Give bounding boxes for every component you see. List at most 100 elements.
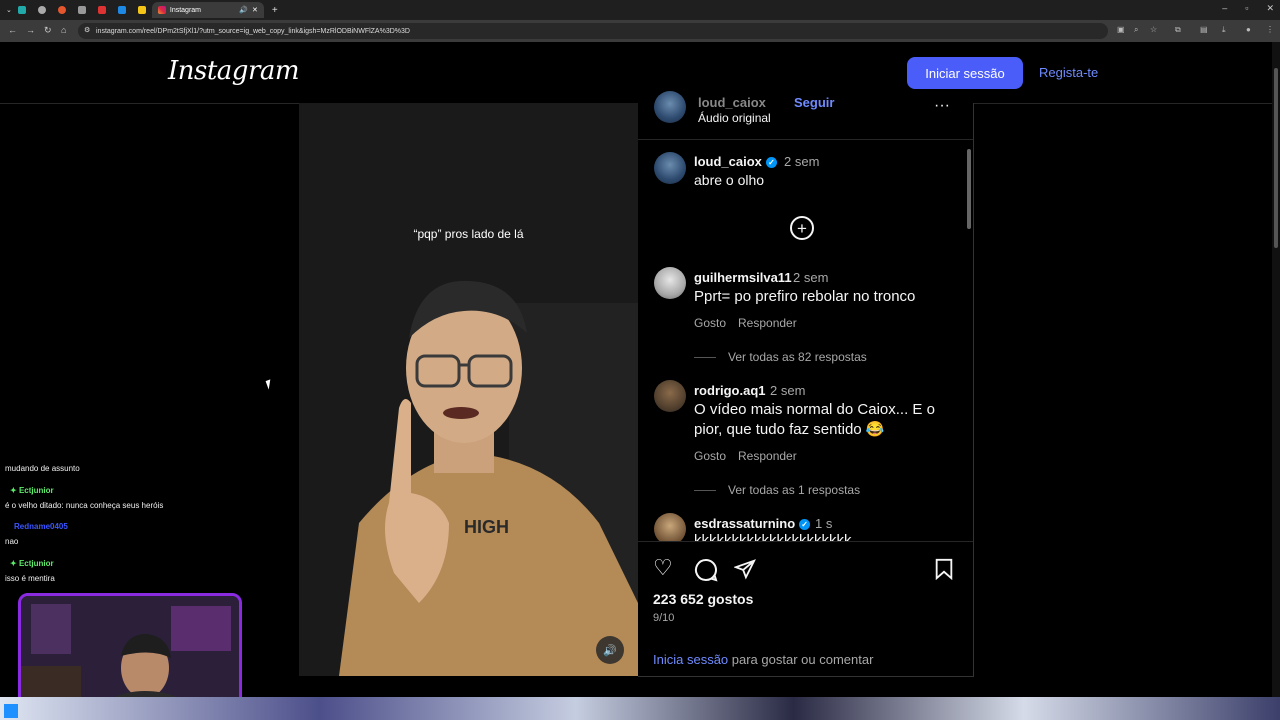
verified-badge-icon: ✓ — [765, 157, 777, 169]
profile-avatar-icon[interactable]: ● — [1246, 25, 1251, 34]
comment-clip: esdrassaturnino ✓ 1 s kkkkkkkkkkkkkkkkkkk… — [638, 508, 965, 541]
tab-favicon-icon — [137, 6, 146, 14]
maximize-icon[interactable]: ▫ — [1245, 3, 1248, 14]
volume-icon: 🔊 — [603, 644, 617, 657]
tab-favicon-icon — [57, 6, 66, 14]
comment-reply-button[interactable]: Responder — [738, 316, 797, 330]
site-info-icon[interactable]: ⚙ — [84, 26, 90, 34]
comment-text: kkkkkkkkkkkkkkkkkkkkk — [694, 532, 852, 541]
video-frame-person: HIGH — [299, 103, 638, 676]
comment-username[interactable]: esdrassaturnino ✓ — [694, 516, 811, 531]
comment-time: 2 sem — [793, 270, 829, 285]
share-send-icon[interactable] — [734, 558, 756, 580]
chat-username: ✦ Ectjunior — [10, 486, 54, 495]
comment-avatar[interactable] — [654, 380, 686, 412]
scrollbar-thumb[interactable] — [967, 149, 971, 229]
more-options-icon[interactable]: ··· — [934, 97, 950, 115]
comment-username[interactable]: rodrigo.aq1 — [694, 383, 766, 398]
login-prompt: Inicia sessão para gostar ou comentar — [653, 652, 873, 667]
comment-like-button[interactable]: Gosto — [694, 449, 726, 463]
tab-5[interactable] — [92, 2, 112, 18]
chat-username: Redname0405 — [14, 522, 68, 531]
tab-instagram[interactable]: Instagram 🔊 ✕ — [151, 2, 264, 18]
extensions-icon[interactable]: ⧉ — [1175, 25, 1181, 35]
downloads-icon[interactable]: ⤓ — [1222, 25, 1226, 35]
address-bar[interactable]: ⚙ instagram.com/reel/DPm2tSfjXl1/?utm_so… — [78, 23, 1108, 39]
chat-message: isso é mentira — [5, 574, 55, 583]
tab-7[interactable] — [132, 2, 152, 18]
chat-username-text: Ectjunior — [18, 486, 54, 495]
post-header-username[interactable]: loud_caiox — [698, 95, 766, 110]
windows-start-icon[interactable] — [4, 704, 18, 718]
chat-username: ✦ Ectjunior — [10, 559, 54, 568]
scrollbar-thumb[interactable] — [1274, 68, 1278, 248]
comment-bubble-icon[interactable] — [694, 558, 718, 582]
likes-count[interactable]: 223 652 gostos — [653, 591, 753, 607]
tab-4[interactable] — [72, 2, 92, 18]
minimize-icon[interactable]: – — [1222, 3, 1227, 14]
video-caption: “pqp” pros lado de lá — [413, 227, 524, 241]
mute-button[interactable]: 🔊 — [596, 636, 624, 664]
tab-3[interactable] — [52, 2, 72, 18]
page-scrollbar[interactable] — [1272, 42, 1280, 697]
like-heart-icon[interactable]: ♡ — [653, 555, 673, 581]
view-replies-text: Ver todas as 1 respostas — [728, 483, 861, 497]
url-text: instagram.com/reel/DPm2tSfjXl1/?utm_sour… — [96, 27, 410, 35]
home-icon[interactable]: ⌂ — [61, 25, 66, 35]
comment-reply-button[interactable]: Responder — [738, 449, 797, 463]
login-button[interactable]: Iniciar sessão — [907, 57, 1023, 89]
zoom-icon[interactable]: ⌕ — [1134, 25, 1138, 35]
bookmark-star-icon[interactable]: ☆ — [1150, 25, 1157, 34]
back-icon[interactable]: ← — [8, 25, 17, 35]
caption-text: abre o olho — [694, 172, 765, 188]
chat-message: mudando de assunto — [5, 464, 80, 473]
comments-scrollbar[interactable] — [965, 139, 973, 541]
tab-1[interactable] — [12, 2, 32, 18]
chat-username-text: Ectjunior — [18, 559, 54, 568]
background-strip — [0, 697, 1280, 720]
view-replies-button[interactable]: Ver todas as 1 respostas — [694, 483, 860, 497]
caption-author[interactable]: loud_caiox ✓ — [694, 154, 777, 169]
forward-icon[interactable]: → — [26, 25, 35, 35]
post-header: loud_caiox Seguir Áudio original ··· — [638, 91, 973, 140]
close-tab-icon[interactable]: ✕ — [252, 6, 258, 14]
comment-avatar[interactable] — [654, 267, 686, 299]
audio-label[interactable]: Áudio original — [698, 111, 771, 125]
menu-icon[interactable]: ⋮ — [1266, 25, 1274, 34]
comment-time: 2 sem — [770, 383, 806, 398]
browser-toolbar: ← → ↻ ⌂ ⚙ instagram.com/reel/DPm2tSfjXl1… — [0, 20, 1280, 42]
chat-message: nao — [5, 537, 19, 546]
divider — [694, 357, 716, 359]
comment-avatar[interactable] — [654, 513, 686, 541]
window-controls: – ▫ ✕ — [1222, 3, 1274, 14]
view-replies-button[interactable]: Ver todas as 82 respostas — [694, 350, 867, 364]
tab-6[interactable] — [112, 2, 132, 18]
author-avatar[interactable] — [654, 91, 686, 123]
follow-button[interactable]: Seguir — [794, 95, 834, 110]
comment-text: Pprt= po prefiro rebolar no tronco — [694, 288, 916, 305]
new-tab-icon[interactable]: + — [272, 5, 278, 16]
comment-username[interactable]: guilhermsilva11 — [694, 270, 792, 285]
chat-badge-icon: ✦ — [10, 486, 19, 495]
login-prompt-link[interactable]: Inicia sessão — [653, 652, 728, 667]
instagram-logo[interactable]: Instagram — [168, 56, 300, 86]
author-avatar[interactable] — [654, 152, 686, 184]
post-date: 9/10 — [653, 612, 675, 624]
divider — [694, 490, 716, 492]
mouse-cursor — [265, 379, 274, 390]
tab-favicon-icon — [97, 6, 106, 14]
browser-tab-bar: ⌄ Instagram 🔊 ✕ + – ▫ ✕ — [0, 0, 1280, 20]
close-window-icon[interactable]: ✕ — [1266, 3, 1274, 14]
comment-like-button[interactable]: Gosto — [694, 316, 726, 330]
caption-time: 2 sem — [784, 154, 820, 169]
register-link[interactable]: Regista-te — [1039, 65, 1098, 80]
save-bookmark-icon[interactable] — [934, 558, 954, 580]
reel-video[interactable]: HIGH “pqp” pros lado de lá 🔊 — [299, 103, 638, 676]
comment-username-text: esdrassaturnino — [694, 516, 796, 531]
sidebar-icon[interactable]: ▤ — [1200, 25, 1208, 34]
tab-2[interactable] — [32, 2, 52, 18]
load-more-comments-icon[interactable]: + — [790, 216, 814, 240]
install-app-icon[interactable]: ▣ — [1117, 25, 1125, 34]
reload-icon[interactable]: ↻ — [44, 25, 52, 36]
verified-badge-icon: ✓ — [799, 519, 811, 531]
